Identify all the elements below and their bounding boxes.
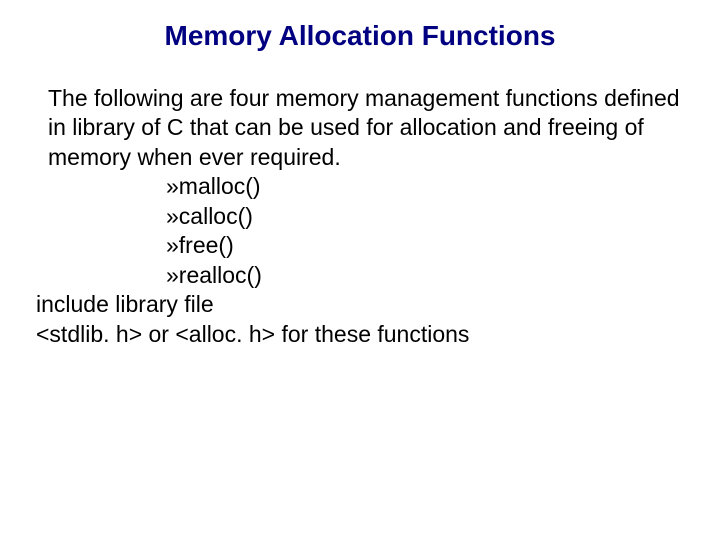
bullet-icon: » (166, 262, 179, 288)
list-item: »free() (166, 231, 684, 260)
slide: Memory Allocation Functions The followin… (0, 0, 720, 540)
slide-body: The following are four memory management… (36, 84, 684, 349)
closing-line-2: <stdlib. h> or <alloc. h> for these func… (36, 320, 684, 349)
list-item: »malloc() (166, 172, 684, 201)
bullet-icon: » (166, 232, 179, 258)
function-name: calloc() (179, 203, 253, 229)
function-name: free() (179, 232, 234, 258)
list-item: »realloc() (166, 261, 684, 290)
bullet-icon: » (166, 203, 179, 229)
list-item: »calloc() (166, 202, 684, 231)
bullet-icon: » (166, 173, 179, 199)
function-name: realloc() (179, 262, 262, 288)
function-list: »malloc() »calloc() »free() »realloc() (36, 172, 684, 290)
slide-title: Memory Allocation Functions (0, 20, 720, 52)
intro-paragraph: The following are four memory management… (36, 84, 684, 172)
function-name: malloc() (179, 173, 261, 199)
closing-line-1: include library file (36, 290, 684, 319)
